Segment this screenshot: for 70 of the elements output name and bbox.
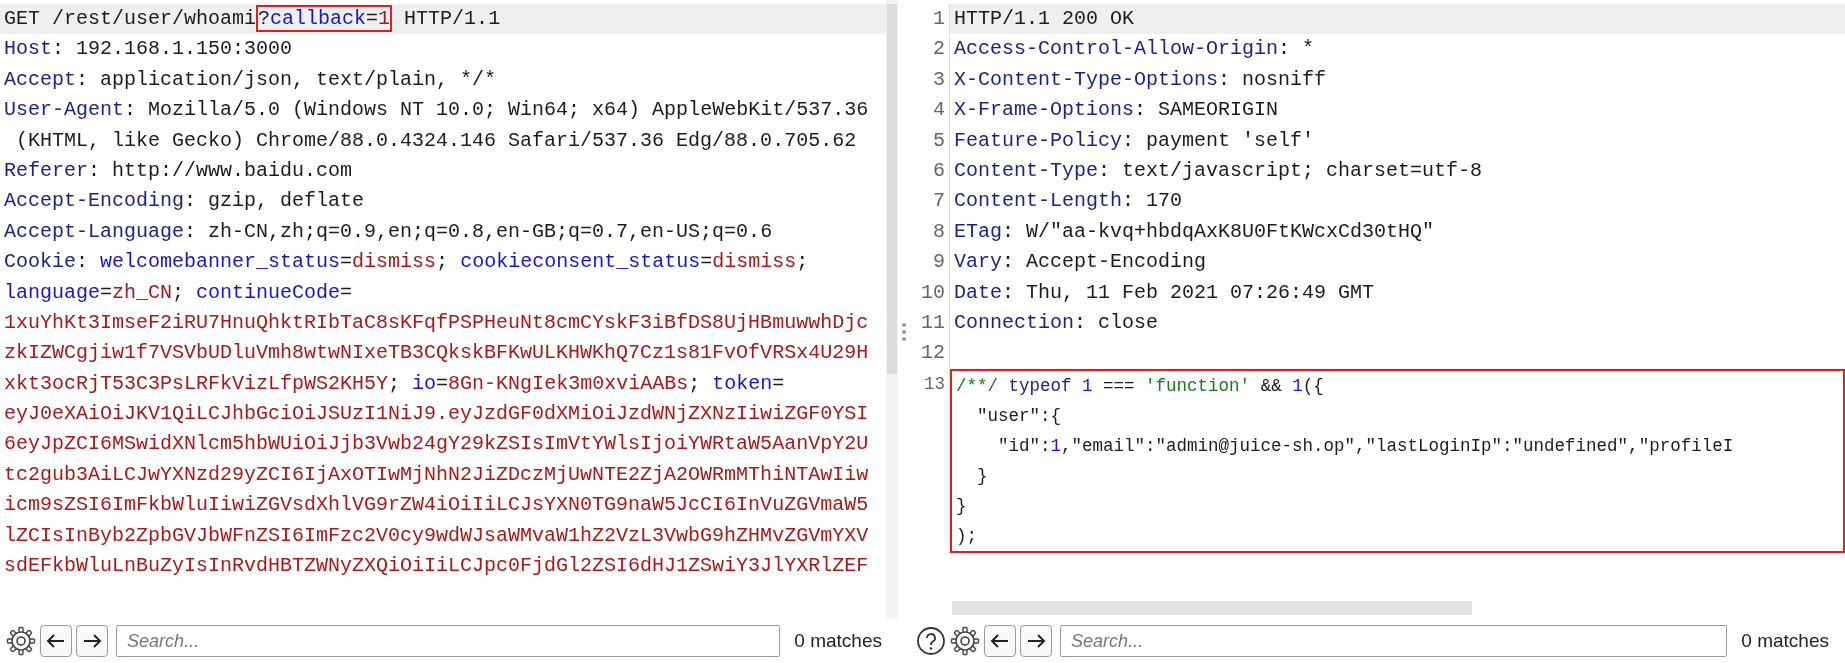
code-line: sdEFkbWluLnBuZyIsInRvdHBTZWNyZXQiOiIiLCJpc0FjdGl2ZSI6dHJ1ZSwiY3JlYXRlZEF: [3, 553, 870, 580]
code-line: Feature-Policy: payment 'self': [953, 127, 1316, 154]
line-number: 10: [910, 277, 950, 308]
code-line: xkt3ocRjT53C3PsLRFkVizLfpWS2KH5Y; io=8Gn-KNgIek3m0xviAABs; token=: [3, 370, 786, 397]
drag-handle-icon: [901, 321, 907, 342]
search-field[interactable]: Search...: [116, 625, 781, 657]
code-line: tc2gub3AiLCJwYXNzd29yZCI6IjAxOTIwMjNhN2JiZDczMjUwNTE2ZjA2OWRmMThiNTAwIiw: [3, 461, 870, 488]
settings-button[interactable]: [6, 626, 36, 656]
code-text: HTTP/1.1: [403, 7, 501, 30]
code-line: icm9sZSI6ImFkbWluIiwiZGVsdXhlVG9rZW4iOiIiLCJsYXN0TG9naW5JcCI6InVuZGVmaW5: [3, 492, 870, 519]
code-line: /**/ typeof 1 === 'function' && 1({: [955, 374, 1325, 398]
code-line: Vary: Accept-Encoding: [953, 249, 1208, 276]
code-line: "user":{: [976, 404, 1063, 428]
code-line: ETag: W/"aa-kvq+hbdqAxK8U0FtKWcxCd30tHQ": [953, 218, 1436, 245]
line-number: 5: [910, 125, 950, 156]
next-button[interactable]: [1020, 625, 1052, 657]
code-line: Date: Thu, 11 Feb 2021 07:26:49 GMT: [953, 279, 1376, 306]
code-line: }: [976, 464, 989, 488]
line-number: 4: [910, 95, 950, 126]
code-line: Accept: application/json, text/plain, */*: [3, 66, 498, 93]
code-line: Referer: http://www.baidu.com: [3, 157, 354, 184]
highlighted-code: ?callback=1: [256, 5, 393, 32]
code-line: Host: 192.168.1.150:3000: [3, 36, 294, 63]
code-line: "id":1,"email":"admin@juice-sh.op","lastLoginIp":"undefined","profileI: [997, 434, 1735, 458]
help-icon: [916, 626, 946, 656]
right-arrow-icon: [82, 633, 102, 649]
code-line: }: [955, 494, 968, 518]
code-line: Connection: close: [953, 309, 1160, 336]
search-field[interactable]: Search...: [1060, 625, 1728, 657]
code-line: X-Content-Type-Options: nosniff: [953, 66, 1328, 93]
code-line: Access-Control-Allow-Origin: *: [953, 36, 1316, 63]
settings-icon: [6, 626, 36, 656]
code-line: zkIZWCgjiw1f7VSVbUDluVmh8wtwNIxeTB3CQkskBFKwULKHWKhQ7Cz1s81FvOfVRSx4U29H: [3, 340, 870, 367]
code-line: 6eyJpZCI6MSwidXNlcm5hbWUiOiJjb3Vwb24gY29kZSIsImVtYWlsIjoiYWRtaW5AanVpY2U: [3, 431, 870, 458]
code-line: Cookie: welcomebanner_status=dismiss; cookieconsent_status=dismiss;: [3, 249, 810, 276]
settings-button[interactable]: [950, 626, 980, 656]
line-number: 13: [923, 372, 945, 396]
line-number: 7: [910, 186, 950, 217]
line-number: 2: [910, 34, 950, 65]
line-number: 12: [910, 338, 950, 369]
line-number: 3: [910, 64, 950, 96]
code-line: X-Frame-Options: SAMEORIGIN: [953, 97, 1280, 124]
code-line: eyJ0eXAiOiJKV1QiLCJhbGciOiJSUzI1NiJ9.eyJzdGF0dXMiOiJzdWNjZXNzIiwiZGF0YSI: [3, 401, 870, 428]
help-button[interactable]: [916, 626, 946, 656]
code-line: Content-Type: text/javascript; charset=utf-8: [953, 157, 1484, 184]
scrollbar-thumb[interactable]: [887, 4, 897, 374]
line-number: 11: [910, 307, 950, 339]
settings-icon: [950, 626, 980, 656]
next-button[interactable]: [76, 625, 108, 657]
line-number: 9: [910, 247, 950, 278]
previous-button[interactable]: [984, 625, 1016, 657]
code-line: language=zh_CN; continueCode=: [3, 279, 354, 306]
left-arrow-icon: [46, 633, 66, 649]
code-line: Content-Length: 170: [953, 188, 1184, 215]
code-line: Accept-Language: zh-CN,zh;q=0.9,en;q=0.8,en-GB;q=0.7,en-US;q=0.6: [3, 218, 774, 245]
match-count: 0 matches: [1740, 628, 1830, 653]
code-line: (KHTML, like Gecko) Chrome/88.0.4324.146 Safari/537.36 Edg/88.0.705.62: [15, 127, 858, 154]
code-line: User-Agent: Mozilla/5.0 (Windows NT 10.0; Win64; x64) AppleWebKit/537.36: [3, 97, 870, 124]
code-line: Accept-Encoding: gzip, deflate: [3, 188, 366, 215]
line-number: 6: [910, 155, 950, 187]
right-arrow-icon: [1026, 633, 1046, 649]
left-arrow-icon: [990, 633, 1010, 649]
match-count: 0 matches: [793, 628, 883, 653]
code-line: lZCIsInByb2ZpbGVJbWFnZSI6ImFzc2V0cy9wdWJsaWMvaW1hZ2VzL3VwbG9hZHMvZGVmYXV: [3, 522, 870, 549]
line-number: 8: [910, 216, 950, 248]
scrollbar-thumb[interactable]: [952, 601, 1472, 615]
previous-button[interactable]: [40, 625, 72, 657]
code-line: 1xuYhKt3ImseF2iRU7HnuQhktRIbTaC8sKFqfPSPHeuNt8cmCYskF3iBfDS8UjHBmuwwhDjc: [3, 309, 870, 336]
code-line: );: [955, 524, 978, 548]
code-text: GET /rest/user/whoami: [4, 7, 257, 30]
